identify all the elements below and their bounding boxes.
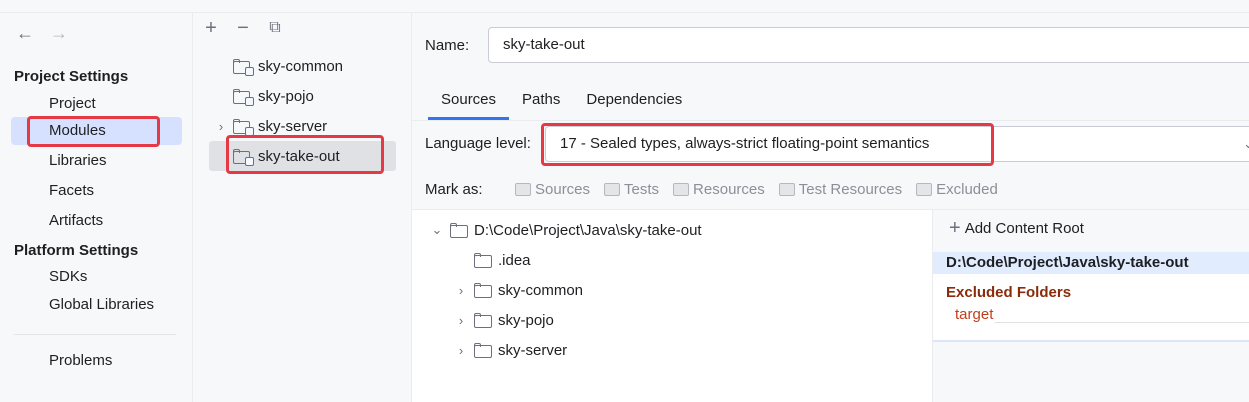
resources-folder-icon — [673, 183, 690, 196]
name-label: Name: — [425, 37, 470, 54]
module-name-input[interactable]: sky-take-out — [488, 27, 1249, 63]
tree-item-label: sky-server — [498, 341, 568, 359]
mark-resources-button[interactable]: Resources — [673, 181, 765, 198]
content-root-path: D:\Code\Project\Java\sky-take-out — [946, 254, 1189, 271]
add-content-root-label: Add Content Root — [964, 219, 1084, 237]
tree-row-sky-common[interactable]: › sky-common — [454, 277, 583, 303]
sidebar-item-modules[interactable]: Modules — [11, 117, 182, 145]
back-arrow-icon[interactable]: ← — [16, 23, 34, 43]
module-item-sky-server[interactable]: › sky-server — [209, 111, 396, 141]
module-label: sky-take-out — [258, 147, 340, 165]
tree-row-sky-server[interactable]: › sky-server — [454, 337, 567, 363]
module-label: sky-common — [258, 57, 344, 75]
mark-sources-label: Sources — [535, 181, 591, 198]
folder-icon — [474, 342, 492, 358]
tab-sources[interactable]: Sources — [428, 85, 510, 120]
add-content-root-button[interactable]: + Add Content Root — [949, 218, 1084, 238]
project-settings-title: Project Settings — [14, 68, 129, 85]
add-icon[interactable]: + — [201, 17, 221, 39]
excluded-folders-title: Excluded Folders — [946, 284, 1072, 301]
tabs-divider — [412, 120, 1249, 121]
mark-tests-label: Tests — [624, 181, 660, 198]
sidebar-item-global-libraries[interactable]: Global Libraries — [11, 291, 182, 319]
tree-row-idea[interactable]: .idea — [454, 247, 531, 273]
mark-as-buttons: Sources Tests Resources Test Resources E… — [515, 181, 998, 198]
chevron-right-icon[interactable]: › — [454, 313, 468, 328]
plus-icon: + — [949, 217, 961, 239]
module-item-sky-pojo[interactable]: sky-pojo — [209, 81, 396, 111]
sidebar-item-sdks[interactable]: SDKs — [11, 263, 182, 291]
module-details: Name: sky-take-out Sources Paths Depende… — [412, 13, 1249, 402]
mark-test-resources-button[interactable]: Test Resources — [778, 181, 903, 198]
sidebar-item-project[interactable]: Project — [11, 90, 182, 118]
settings-sidebar: ← → Project Settings Project Modules Lib… — [0, 13, 193, 402]
language-level-label: Language level: — [425, 135, 531, 152]
tree-item-label: sky-pojo — [498, 311, 554, 329]
language-level-value: 17 - Sealed types, always-strict floatin… — [560, 135, 930, 152]
module-item-sky-take-out[interactable]: sky-take-out — [209, 141, 396, 171]
nav-arrows: ← → — [16, 23, 68, 43]
tree-item-label: sky-common — [498, 281, 584, 299]
mark-resources-label: Resources — [693, 181, 765, 198]
test-resources-folder-icon — [778, 183, 795, 196]
module-folder-icon — [233, 148, 254, 166]
chevron-right-icon[interactable]: › — [454, 343, 468, 358]
folder-icon — [474, 282, 492, 298]
excluded-folder-item[interactable]: target — [955, 306, 993, 323]
tab-dependencies[interactable]: Dependencies — [573, 85, 695, 120]
language-level-select[interactable]: 17 - Sealed types, always-strict floatin… — [545, 126, 1249, 162]
tab-paths[interactable]: Paths — [509, 85, 573, 120]
module-label: sky-server — [258, 117, 328, 135]
chevron-down-icon: ⌄ — [1243, 136, 1249, 151]
tree-row-sky-pojo[interactable]: › sky-pojo — [454, 307, 554, 333]
folder-icon — [474, 312, 492, 328]
module-folder-icon — [233, 58, 254, 76]
sidebar-item-artifacts[interactable]: Artifacts — [11, 207, 182, 235]
tests-folder-icon — [604, 183, 621, 196]
tree-row-root[interactable]: ⌄ D:\Code\Project\Java\sky-take-out — [430, 217, 702, 243]
tree-item-label: .idea — [498, 251, 531, 269]
modules-panel: + − ⧉ sky-common sky-pojo › sky-server s… — [193, 13, 412, 402]
mark-as-label: Mark as: — [425, 181, 483, 198]
tree-root-label: D:\Code\Project\Java\sky-take-out — [474, 221, 702, 239]
mark-excluded-button[interactable]: Excluded — [916, 181, 998, 198]
copy-icon[interactable]: ⧉ — [265, 17, 285, 39]
mark-excluded-label: Excluded — [936, 181, 998, 198]
top-border — [0, 0, 1249, 13]
folder-tree: ⌄ D:\Code\Project\Java\sky-take-out .ide… — [412, 210, 932, 402]
sidebar-divider — [14, 334, 176, 335]
mark-tests-button[interactable]: Tests — [604, 181, 659, 198]
modules-toolbar: + − ⧉ — [201, 17, 285, 39]
mark-test-resources-label: Test Resources — [798, 181, 903, 198]
module-label: sky-pojo — [258, 87, 314, 105]
folder-icon — [474, 252, 492, 268]
excluded-folder-icon — [916, 183, 933, 196]
module-folder-icon — [233, 118, 254, 136]
module-item-sky-common[interactable]: sky-common — [209, 51, 396, 81]
sidebar-item-facets[interactable]: Facets — [11, 177, 182, 205]
content-roots-panel: + Add Content Root D:\Code\Project\Java\… — [932, 210, 1249, 402]
mark-sources-button[interactable]: Sources — [515, 181, 590, 198]
chevron-right-icon[interactable]: › — [209, 119, 233, 134]
content-root-entry[interactable]: D:\Code\Project\Java\sky-take-out Exclud… — [933, 252, 1249, 342]
sources-folder-icon — [515, 183, 531, 196]
module-folder-icon — [233, 88, 254, 106]
folder-icon — [450, 222, 468, 238]
sidebar-item-problems[interactable]: Problems — [11, 347, 182, 375]
module-tabs: Sources Paths Dependencies — [428, 85, 695, 120]
forward-arrow-icon[interactable]: → — [50, 23, 68, 43]
remove-icon[interactable]: − — [233, 17, 253, 39]
chevron-right-icon[interactable]: › — [454, 283, 468, 298]
platform-settings-title: Platform Settings — [14, 242, 139, 259]
sidebar-item-libraries[interactable]: Libraries — [11, 147, 182, 175]
chevron-down-icon[interactable]: ⌄ — [430, 222, 444, 238]
